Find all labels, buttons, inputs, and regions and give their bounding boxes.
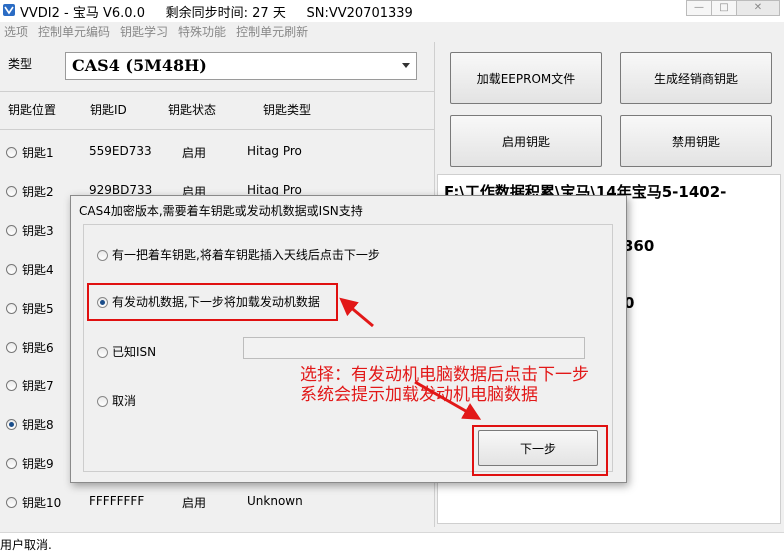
arrow-to-option-icon [339,297,374,328]
annotation-arrows [339,297,482,420]
arrow-to-next-icon [414,380,482,420]
